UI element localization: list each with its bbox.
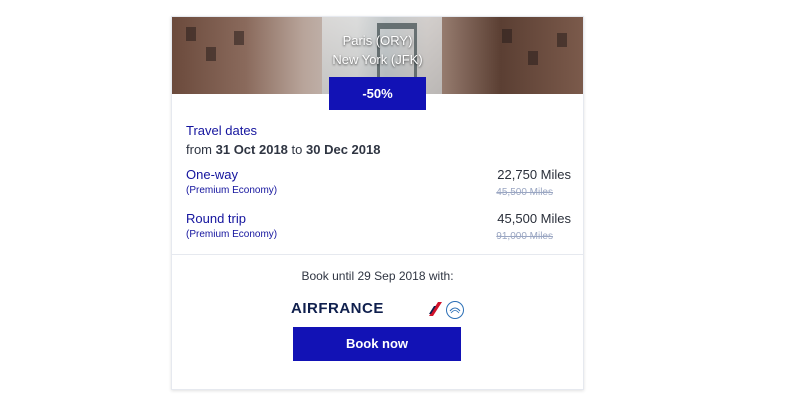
discount-badge: -50% [329, 77, 426, 110]
skyteam-seal-icon [446, 301, 464, 319]
book-until-text: Book until 29 Sep 2018 with: [301, 269, 454, 283]
fare-price: 45,500 Miles [497, 211, 571, 226]
fare-cabin: (Premium Economy) [186, 185, 278, 196]
travel-dates-range: from 31 Oct 2018 to 30 Dec 2018 [186, 142, 380, 157]
end-date: 30 Dec 2018 [306, 142, 381, 157]
offer-card: Paris (ORY) New York (JFK) -50% Travel d… [171, 16, 584, 390]
fare-type: Round trip [186, 211, 246, 226]
fare-original-price: 91,000 Miles [496, 231, 553, 242]
destination-label: New York (JFK) [332, 52, 423, 67]
fare-original-price: 45,500 Miles [496, 187, 553, 198]
origin-label: Paris (ORY) [342, 33, 413, 48]
start-date: 31 Oct 2018 [215, 142, 288, 157]
airline-logo-text: AIRFRANCE [291, 300, 384, 317]
from-word: from [186, 142, 212, 157]
fare-type: One-way [186, 167, 239, 182]
travel-dates-heading: Travel dates [186, 123, 258, 138]
book-now-button[interactable]: Book now [293, 327, 461, 361]
airfrance-stripe-icon [429, 302, 442, 316]
fare-price: 22,750 Miles [497, 167, 571, 182]
fare-cabin: (Premium Economy) [186, 229, 278, 240]
to-word: to [291, 142, 303, 157]
section-divider [172, 254, 583, 255]
